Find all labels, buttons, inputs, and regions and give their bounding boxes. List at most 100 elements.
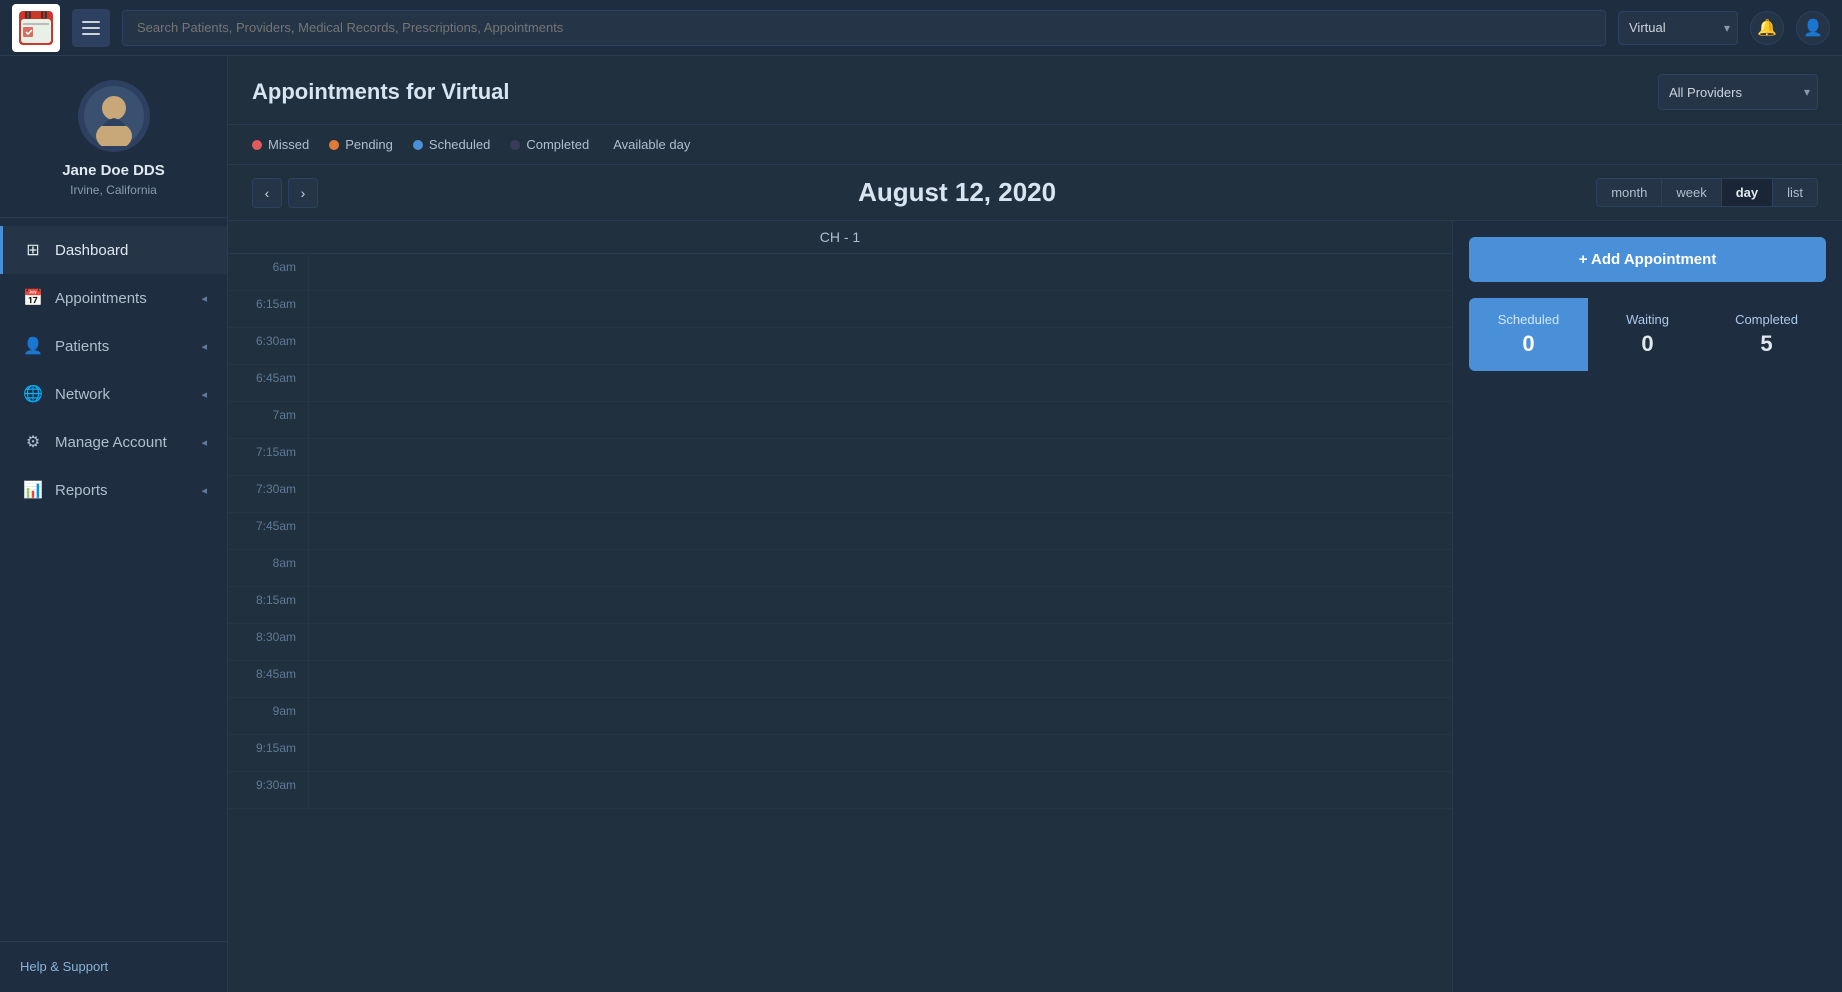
profile-location: Irvine, California xyxy=(70,183,157,197)
add-appointment-button[interactable]: + Add Appointment xyxy=(1469,237,1826,282)
sidebar-item-appointments[interactable]: 📅 Appointments ◂ xyxy=(0,274,227,322)
chevron-right-icon: ◂ xyxy=(201,436,207,449)
layout: Jane Doe DDS Irvine, California ⊞ Dashbo… xyxy=(0,56,1842,992)
patients-icon: 👤 xyxy=(23,336,43,356)
legend-completed-label: Completed xyxy=(526,137,589,152)
time-slot: 6:15am xyxy=(228,291,1452,328)
time-content xyxy=(308,624,1452,660)
right-panel: + Add Appointment Scheduled 0 Waiting 0 … xyxy=(1452,221,1842,992)
pending-dot xyxy=(329,140,339,150)
time-label: 8am xyxy=(228,550,308,576)
sidebar-item-label: Reports xyxy=(55,482,108,499)
sidebar-item-manage-account[interactable]: ⚙ Manage Account ◂ xyxy=(0,418,227,466)
time-slot: 8:30am xyxy=(228,624,1452,661)
sidebar-item-network[interactable]: 🌐 Network ◂ xyxy=(0,370,227,418)
view-week-button[interactable]: week xyxy=(1662,179,1721,206)
scheduled-dot xyxy=(413,140,423,150)
chevron-right-icon: ◂ xyxy=(201,292,207,305)
chevron-right-icon: ◂ xyxy=(201,484,207,497)
completed-label: Completed xyxy=(1717,312,1816,327)
schedule-scroll[interactable]: 6am 6:15am 6:30am 6:45am xyxy=(228,254,1452,992)
time-content xyxy=(308,587,1452,623)
current-date: August 12, 2020 xyxy=(334,177,1580,208)
legend-missed: Missed xyxy=(252,137,309,152)
resource-header: CH - 1 xyxy=(228,221,1452,254)
chevron-right-icon: ◂ xyxy=(201,340,207,353)
time-slot: 9:30am xyxy=(228,772,1452,809)
virtual-select[interactable]: Virtual xyxy=(1618,11,1738,45)
sidebar-item-dashboard[interactable]: ⊞ Dashboard xyxy=(0,226,227,274)
legend-pending-label: Pending xyxy=(345,137,393,152)
legend-scheduled-label: Scheduled xyxy=(429,137,490,152)
time-label: 7:45am xyxy=(228,513,308,539)
time-content xyxy=(308,365,1452,401)
schedule-area: CH - 1 6am 6:15am 6:30am 6: xyxy=(228,221,1452,992)
profile-name: Jane Doe DDS xyxy=(62,162,165,179)
page-title: Appointments for Virtual xyxy=(252,79,510,105)
time-content xyxy=(308,513,1452,549)
sidebar-item-patients[interactable]: 👤 Patients ◂ xyxy=(0,322,227,370)
help-support-link[interactable]: Help & Support xyxy=(20,959,108,974)
provider-select[interactable]: All Providers xyxy=(1658,74,1818,110)
user-profile-button[interactable]: 👤 xyxy=(1796,11,1830,45)
view-buttons: month week day list xyxy=(1596,178,1818,207)
sidebar-item-label: Appointments xyxy=(55,290,147,307)
time-slot: 9:15am xyxy=(228,735,1452,772)
nav-arrows: ‹ › xyxy=(252,178,318,208)
time-slot: 7am xyxy=(228,402,1452,439)
next-button[interactable]: › xyxy=(288,178,318,208)
scheduled-value: 0 xyxy=(1479,331,1578,357)
time-slot: 7:15am xyxy=(228,439,1452,476)
waiting-label: Waiting xyxy=(1598,312,1697,327)
legend-pending: Pending xyxy=(329,137,393,152)
avatar xyxy=(78,80,150,152)
time-content xyxy=(308,402,1452,438)
sidebar-item-label: Network xyxy=(55,386,110,403)
stats-row: Scheduled 0 Waiting 0 Completed 5 xyxy=(1469,298,1826,371)
time-label: 6:15am xyxy=(228,291,308,317)
time-content xyxy=(308,291,1452,327)
time-content xyxy=(308,439,1452,475)
time-content xyxy=(308,254,1452,290)
menu-button[interactable] xyxy=(72,9,110,47)
time-label: 6am xyxy=(228,254,308,280)
time-label: 7am xyxy=(228,402,308,428)
provider-select-wrapper: All Providers xyxy=(1658,74,1818,110)
waiting-value: 0 xyxy=(1598,331,1697,357)
view-month-button[interactable]: month xyxy=(1597,179,1662,206)
notification-button[interactable]: 🔔 xyxy=(1750,11,1784,45)
time-slot: 7:30am xyxy=(228,476,1452,513)
time-content xyxy=(308,772,1452,808)
time-label: 8:30am xyxy=(228,624,308,650)
appointments-icon: 📅 xyxy=(23,288,43,308)
completed-value: 5 xyxy=(1717,331,1816,357)
sidebar-item-reports[interactable]: 📊 Reports ◂ xyxy=(0,466,227,514)
time-label: 7:15am xyxy=(228,439,308,465)
time-content xyxy=(308,698,1452,734)
time-label: 9:30am xyxy=(228,772,308,798)
legend-completed: Completed xyxy=(510,137,589,152)
sidebar-footer: Help & Support xyxy=(0,941,227,992)
time-slot: 9am xyxy=(228,698,1452,735)
time-content xyxy=(308,328,1452,364)
time-slot: 6:45am xyxy=(228,365,1452,402)
legend-bar: Missed Pending Scheduled Completed Avail… xyxy=(228,125,1842,165)
app-logo xyxy=(12,4,60,52)
time-slot: 6:30am xyxy=(228,328,1452,365)
search-input[interactable] xyxy=(122,10,1606,46)
view-day-button[interactable]: day xyxy=(1722,179,1773,206)
time-label: 9am xyxy=(228,698,308,724)
topbar: Virtual 🔔 👤 xyxy=(0,0,1842,56)
time-label: 9:15am xyxy=(228,735,308,761)
legend-missed-label: Missed xyxy=(268,137,309,152)
view-list-button[interactable]: list xyxy=(1773,179,1817,206)
time-label: 8:15am xyxy=(228,587,308,613)
time-slot: 8:15am xyxy=(228,587,1452,624)
time-slot: 8:45am xyxy=(228,661,1452,698)
time-label: 7:30am xyxy=(228,476,308,502)
time-slot: 6am xyxy=(228,254,1452,291)
prev-button[interactable]: ‹ xyxy=(252,178,282,208)
time-label: 6:45am xyxy=(228,365,308,391)
page-header: Appointments for Virtual All Providers xyxy=(228,56,1842,125)
sidebar-nav: ⊞ Dashboard 📅 Appointments ◂ 👤 Patients … xyxy=(0,218,227,941)
